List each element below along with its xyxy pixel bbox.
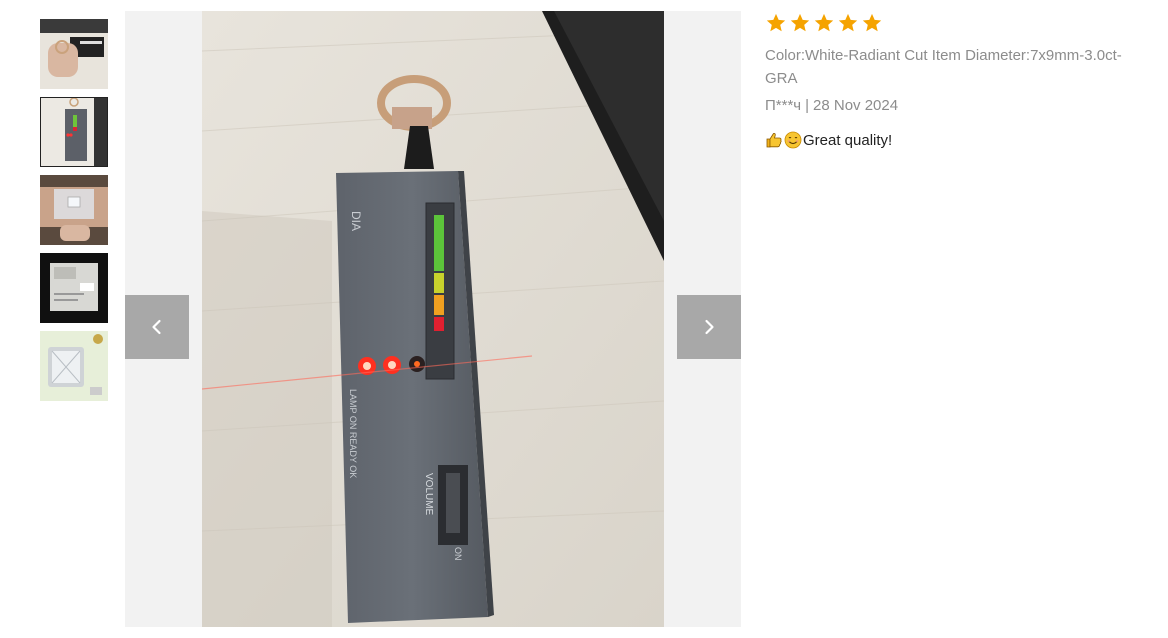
thumbnail-1[interactable] [40, 19, 108, 89]
star-icon [790, 13, 810, 32]
thumbnail-2[interactable] [40, 97, 108, 167]
certificate-photo-thumbnail [40, 253, 108, 323]
device-lamp-text: LAMP ON READY OK [348, 389, 358, 478]
star-icon [814, 13, 834, 32]
meta-separator: | [805, 97, 810, 114]
comment-text: Great quality! [803, 131, 893, 149]
previous-image-button[interactable] [125, 295, 189, 359]
star-icon [838, 13, 858, 32]
review-author: П***ч [765, 97, 802, 114]
review-panel: Color:White-Radiant Cut Item Diameter:7x… [765, 12, 1135, 149]
chevron-left-icon [152, 319, 161, 335]
review-date: 28 Nov 2024 [813, 97, 899, 114]
star-rating [765, 12, 1135, 36]
review-comment: Great quality! [765, 131, 1135, 149]
ring-tester-photo-1-thumbnail [40, 19, 108, 89]
thumbs-up-icon [766, 132, 782, 148]
thumbnail-3[interactable] [40, 175, 108, 245]
star-icon [766, 13, 786, 32]
device-volume-text: VOLUME [423, 473, 434, 516]
thumbnail-4[interactable] [40, 253, 108, 323]
review-sku-info: Color:White-Radiant Cut Item Diameter:7x… [765, 47, 1122, 87]
thumbnail-5[interactable] [40, 331, 108, 401]
ring-tester-photo-2-thumbnail [40, 97, 108, 167]
device-brand-text: DIA [349, 211, 363, 231]
next-image-button[interactable] [677, 295, 741, 359]
review-photo[interactable]: DIA LAMP ON READY OK VOLUME ON [202, 11, 664, 627]
image-viewer: DIA LAMP ON READY OK VOLUME ON [125, 11, 741, 627]
chevron-right-icon [705, 319, 714, 335]
review-meta: П***ч | 28 Nov 2024 [765, 97, 1135, 114]
smiling-face-icon [784, 131, 802, 149]
device-on-text: ON [453, 547, 463, 561]
star-icon [862, 13, 882, 32]
diamond-tester-photo: DIA LAMP ON READY OK VOLUME ON [202, 11, 664, 627]
thumbnail-strip [40, 19, 108, 409]
gem-bag-photo-thumbnail [40, 175, 108, 245]
gra-certificate-thumbnail [40, 331, 108, 401]
